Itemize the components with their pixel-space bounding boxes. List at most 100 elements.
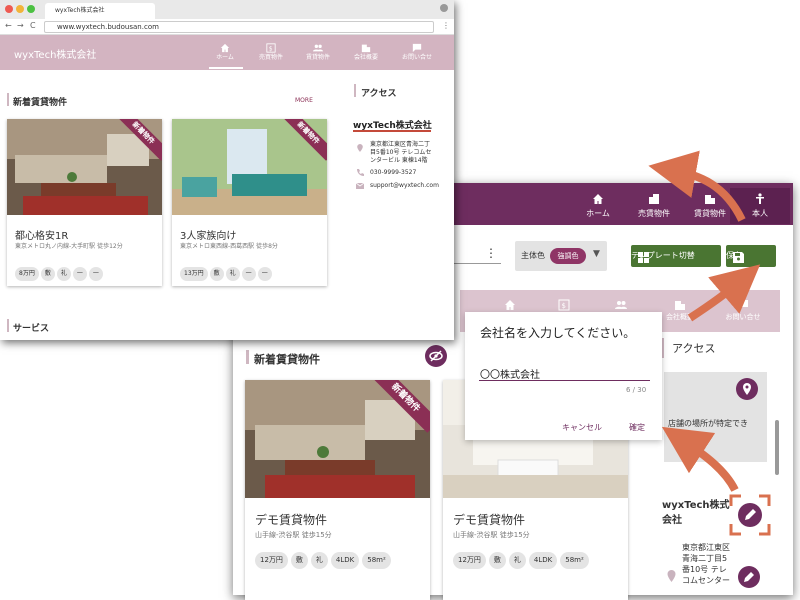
tag-layout: 4LDK [330, 552, 360, 569]
tag-area: 58m² [362, 552, 391, 569]
tag-rent: 13万円 [180, 267, 208, 281]
save-button[interactable]: 保存 [726, 245, 776, 267]
color-scheme-select[interactable]: 主体色 強調色 ▼ [515, 241, 607, 271]
tag-deposit: 敷 [209, 267, 224, 281]
section-marker [246, 350, 249, 364]
site-nav-rent[interactable]: 賃貸物件 [297, 38, 339, 61]
listing-photo: 新着物件 [7, 119, 162, 215]
tag-deposit: 敷 [40, 267, 55, 281]
confirm-button[interactable]: 確定 [629, 422, 645, 433]
nav-label: お問い合せ [401, 54, 432, 61]
menu-icon[interactable]: ⋮ [442, 21, 450, 30]
map-notice: 店舗の場所が特定でき ません。 [668, 418, 768, 442]
edit-company-button[interactable] [738, 503, 762, 527]
people-icon [596, 296, 646, 310]
home-icon [568, 190, 628, 206]
section-marker [662, 338, 664, 358]
listing-card[interactable]: 新着物件 都心格安1R 東京メトロ丸ノ内線-大手町駅 徒歩12分 8万円敷礼一一 [7, 119, 162, 286]
scheme-label: 主体色 [521, 251, 545, 260]
office-icon [655, 296, 705, 310]
home-icon [204, 38, 246, 53]
tag-deposit: 敷 [290, 552, 308, 569]
close-dot[interactable] [5, 5, 13, 13]
listing-title: デモ賃貸物件 [255, 513, 328, 527]
building-icon: $ [539, 296, 589, 311]
tag-key-money: 礼 [225, 267, 240, 281]
listing-photo: 新着物件 [172, 119, 327, 215]
reload-icon[interactable]: C [30, 21, 36, 30]
preview-nav-home[interactable] [485, 296, 535, 312]
site-nav-sale[interactable]: $ 売買物件 [250, 38, 292, 61]
profile-icon[interactable] [440, 4, 448, 12]
address-line: コムセンター [682, 576, 730, 585]
section-marker [7, 93, 9, 106]
cancel-button[interactable]: キャンセル [562, 422, 602, 433]
edit-address-button[interactable] [738, 566, 760, 588]
preview-listing-card[interactable]: 新着物件 デモ賃貸物件 山手線-渋谷駅 徒歩15分 12万円敷礼 4LDK 58m² [245, 380, 430, 600]
preview-address: 東京都江東区 青海二丁目5 番10号 テレ コムセンター [682, 542, 730, 586]
tag-rent: 8万円 [15, 267, 39, 281]
section-title: 新着賃貸物件 [13, 98, 68, 108]
home-icon [485, 296, 535, 310]
person-icon [730, 190, 790, 206]
address-line: 東京都江東区青海二丁 [370, 141, 431, 148]
address-line: 青海二丁目5 [682, 554, 728, 563]
map-notice-line2: ません。 [668, 431, 700, 440]
office-icon [345, 38, 387, 53]
tag: 一 [72, 267, 87, 281]
eye-off-icon [429, 350, 443, 362]
company-phone[interactable]: 030-9999-3527 [370, 169, 416, 177]
forward-icon[interactable]: → [17, 21, 24, 30]
tag: 一 [241, 267, 256, 281]
preview-section-title: 新着賃貸物件 [254, 353, 320, 366]
tag: 一 [88, 267, 103, 281]
more-vert-icon[interactable]: ⋮ [485, 246, 497, 260]
preview-nav-rent[interactable] [596, 296, 646, 312]
preview-nav-sale[interactable]: $ [539, 296, 589, 312]
access-heading: アクセス [361, 89, 397, 99]
listing-card[interactable]: 新着物件 3人家族向け 東京メトロ東西線-西葛西駅 徒歩8分 13万円敷礼一一 [172, 119, 327, 286]
minimize-dot[interactable] [16, 5, 24, 13]
listing-tags: 13万円敷礼一一 [180, 260, 274, 281]
site-nav-contact[interactable]: お問い合せ [396, 38, 438, 61]
browser-window: wyxTech株式会社 ← → C www.wyxtech.budousan.c… [0, 0, 454, 340]
site-nav-company[interactable]: 会社概要 [345, 38, 387, 61]
people-icon [297, 38, 339, 52]
save-icon [733, 250, 744, 263]
maximize-dot[interactable] [27, 5, 35, 13]
back-icon[interactable]: ← [5, 21, 12, 30]
map-pin-button[interactable] [736, 378, 758, 400]
preview-nav-contact[interactable]: お問い合せ [718, 296, 768, 322]
editor-nav-home[interactable]: ホーム [568, 188, 628, 224]
site-logo[interactable]: wyxTech株式会社 [14, 46, 96, 61]
site-nav-home[interactable]: ホーム [204, 38, 246, 61]
listing-tags: 12万円敷礼 4LDK 58m² [255, 547, 394, 569]
more-link[interactable]: MORE [295, 97, 313, 104]
nav-label: 本人 [752, 209, 768, 218]
address-bar[interactable]: www.wyxtech.budousan.com [44, 21, 434, 33]
listing-station: 山手線-渋谷駅 徒歩15分 [453, 531, 530, 539]
editor-nav-sale[interactable]: 売賃物件 [624, 188, 684, 224]
template-switch-button[interactable]: テンプレート切替 [631, 245, 721, 267]
visibility-toggle-button[interactable] [425, 345, 447, 367]
browser-tab[interactable]: wyxTech株式会社 [45, 3, 155, 19]
listing-title: 都心格安1R [15, 231, 69, 242]
tag: 一 [257, 267, 272, 281]
nav-label: ホーム [586, 209, 610, 218]
access-heading: アクセス [672, 342, 716, 355]
pencil-icon [745, 509, 756, 520]
tag-rent: 12万円 [453, 552, 486, 569]
preview-nav-company[interactable]: 会社概要 [655, 296, 705, 322]
grid-icon [638, 250, 649, 263]
editor-nav-me[interactable]: 本人 [730, 188, 790, 224]
company-name-input[interactable]: 〇〇株式会社 [480, 366, 540, 381]
company-email[interactable]: support@wyxtech.com [370, 182, 439, 190]
dialog-title: 会社名を入力してください。 [480, 326, 636, 340]
scrollbar[interactable] [775, 420, 779, 475]
listing-station: 東京メトロ東西線-西葛西駅 徒歩8分 [180, 243, 278, 250]
company-address: 東京都江東区青海二丁 目5番10号 テレコムセ ンタービル 東棟14階 [370, 141, 431, 165]
address-line: 東京都江東区 [682, 543, 730, 552]
section-marker [7, 319, 9, 332]
company-underline [353, 130, 431, 132]
tag-layout: 4LDK [528, 552, 558, 569]
